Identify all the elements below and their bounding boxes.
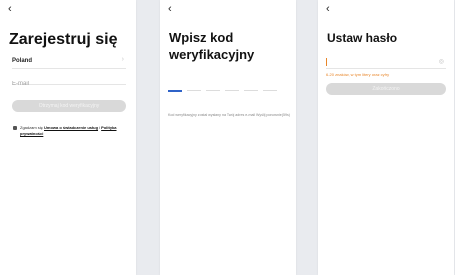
code-slot	[263, 90, 277, 91]
email-field-row	[12, 72, 126, 87]
password-rule: 6-20 znaków, w tym litery oraz cyfry	[326, 72, 390, 77]
chevron-right-icon: ›	[121, 56, 124, 63]
page-title: Zarejestruj się	[9, 31, 118, 48]
back-icon[interactable]: ‹	[168, 4, 172, 15]
verification-screen: ‹ Wpisz kod weryfikacyjny Kod weryfikacy…	[160, 0, 296, 275]
eye-icon[interactable]: ◎	[439, 58, 444, 65]
set-password-screen: ‹ Ustaw hasło ◎ 6-20 znaków, w tym liter…	[318, 0, 454, 275]
back-icon[interactable]: ‹	[8, 4, 12, 15]
back-icon[interactable]: ‹	[326, 4, 330, 15]
code-slot	[206, 90, 220, 91]
terms-of-service-link[interactable]: Umowa o świadczenie usług	[44, 125, 98, 130]
code-slot	[225, 90, 239, 91]
terms-prefix: Zgadzam się	[20, 125, 45, 130]
code-hint: Kod weryfikacyjny został wysłany na Twój…	[168, 113, 290, 117]
code-slot	[187, 90, 201, 91]
code-slot	[244, 90, 258, 91]
code-input[interactable]	[168, 90, 280, 94]
email-field[interactable]	[12, 81, 126, 87]
text-caret	[326, 58, 327, 66]
register-screen: ‹ Zarejestruj się Poland › Otrzymaj kod …	[0, 0, 136, 275]
terms-checkbox[interactable]	[13, 126, 17, 130]
terms-text: Zgadzam się Umowa o świadczenie usług i …	[20, 125, 130, 137]
country-selector[interactable]: Poland ›	[12, 56, 126, 69]
get-code-button[interactable]: Otrzymaj kod weryfikacyjny	[12, 100, 126, 112]
page-title: Ustaw hasło	[327, 31, 398, 45]
country-value: Poland	[12, 58, 33, 64]
password-field[interactable]: ◎	[326, 56, 446, 69]
code-slot	[168, 90, 182, 92]
done-button[interactable]: Zakończono	[326, 83, 446, 95]
page-title: Wpisz kod weryfikacyjny	[169, 30, 255, 62]
